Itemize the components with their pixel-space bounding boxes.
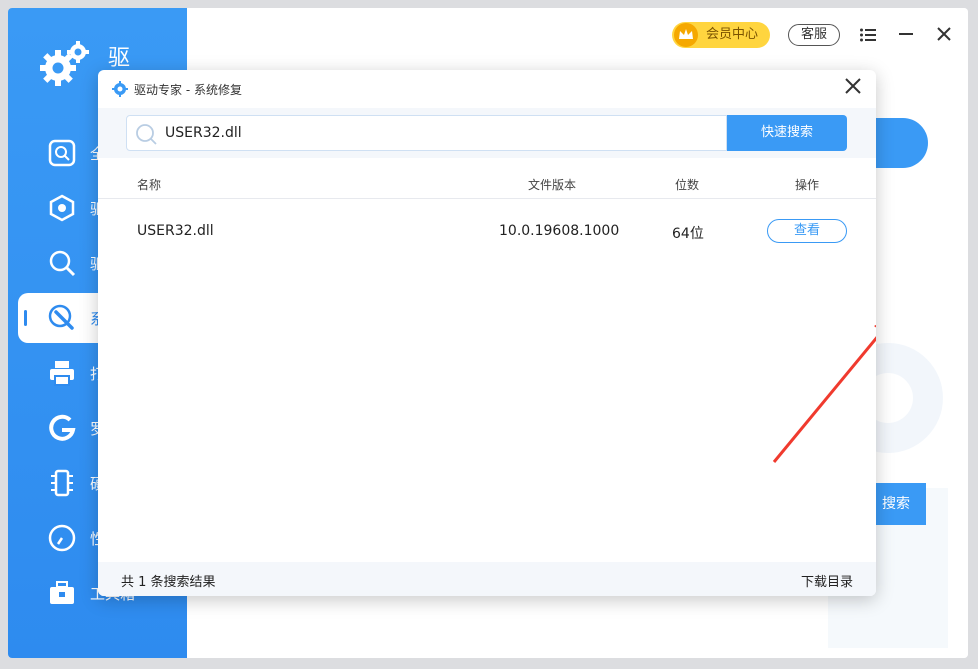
quick-search-button[interactable]: 快速搜索 bbox=[727, 115, 847, 151]
minimize-icon[interactable] bbox=[896, 23, 916, 47]
annotation-arrow bbox=[772, 324, 876, 463]
close-icon[interactable] bbox=[934, 23, 954, 47]
column-header-bits: 位数 bbox=[675, 178, 700, 192]
gears-logo-icon bbox=[38, 38, 94, 94]
dialog-header: 驱动专家 - 系统修复 bbox=[98, 70, 876, 108]
magnifier-icon bbox=[46, 247, 78, 279]
vip-center-button[interactable]: 会员中心 bbox=[671, 22, 770, 48]
table-header: 名称 文件版本 位数 操作 bbox=[98, 170, 876, 199]
scan-icon bbox=[46, 137, 78, 169]
view-button[interactable]: 查看 bbox=[767, 219, 847, 243]
hamburger-icon[interactable] bbox=[858, 23, 878, 47]
brand: 驱动 bbox=[38, 38, 130, 103]
file-name-cell: USER32.dll bbox=[137, 223, 214, 239]
search-input[interactable] bbox=[165, 116, 705, 150]
column-header-version: 文件版本 bbox=[528, 178, 577, 192]
result-count: 共 1 条搜索结果 bbox=[121, 575, 216, 590]
dialog-footer: 共 1 条搜索结果 下载目录 bbox=[98, 562, 876, 596]
search-bar: 快速搜索 bbox=[98, 108, 876, 158]
file-version-cell: 10.0.19608.1000 bbox=[499, 223, 620, 239]
column-header-action: 操作 bbox=[795, 178, 820, 192]
dialog-title: 驱动专家 - 系统修复 bbox=[134, 83, 242, 97]
printer-icon bbox=[46, 357, 78, 389]
gauge-icon bbox=[46, 522, 78, 554]
vip-center-label: 会员中心 bbox=[705, 27, 758, 42]
bits-cell: 64位 bbox=[672, 226, 704, 242]
download-directory-link[interactable]: 下载目录 bbox=[801, 571, 853, 590]
dialog-close-icon[interactable] bbox=[844, 77, 862, 100]
hex-nut-icon bbox=[46, 192, 78, 224]
memory-chip-icon bbox=[46, 467, 78, 499]
title-bar-controls: 会员中心 客服 bbox=[671, 22, 954, 48]
logitech-icon bbox=[46, 412, 78, 444]
search-icon bbox=[135, 123, 157, 145]
table-row: USER32.dll 10.0.19608.1000 64位 查看 bbox=[98, 218, 876, 246]
column-header-name: 名称 bbox=[137, 178, 162, 192]
wrench-icon bbox=[46, 302, 78, 334]
search-field[interactable] bbox=[126, 115, 727, 151]
toolbox-icon bbox=[46, 577, 78, 609]
system-repair-dialog: 驱动专家 - 系统修复 快速搜索 名称 文件版本 位数 操作 USER32.dl… bbox=[98, 70, 876, 596]
customer-service-button[interactable]: 客服 bbox=[787, 24, 840, 46]
crown-icon bbox=[673, 23, 698, 47]
gear-icon bbox=[112, 81, 128, 97]
